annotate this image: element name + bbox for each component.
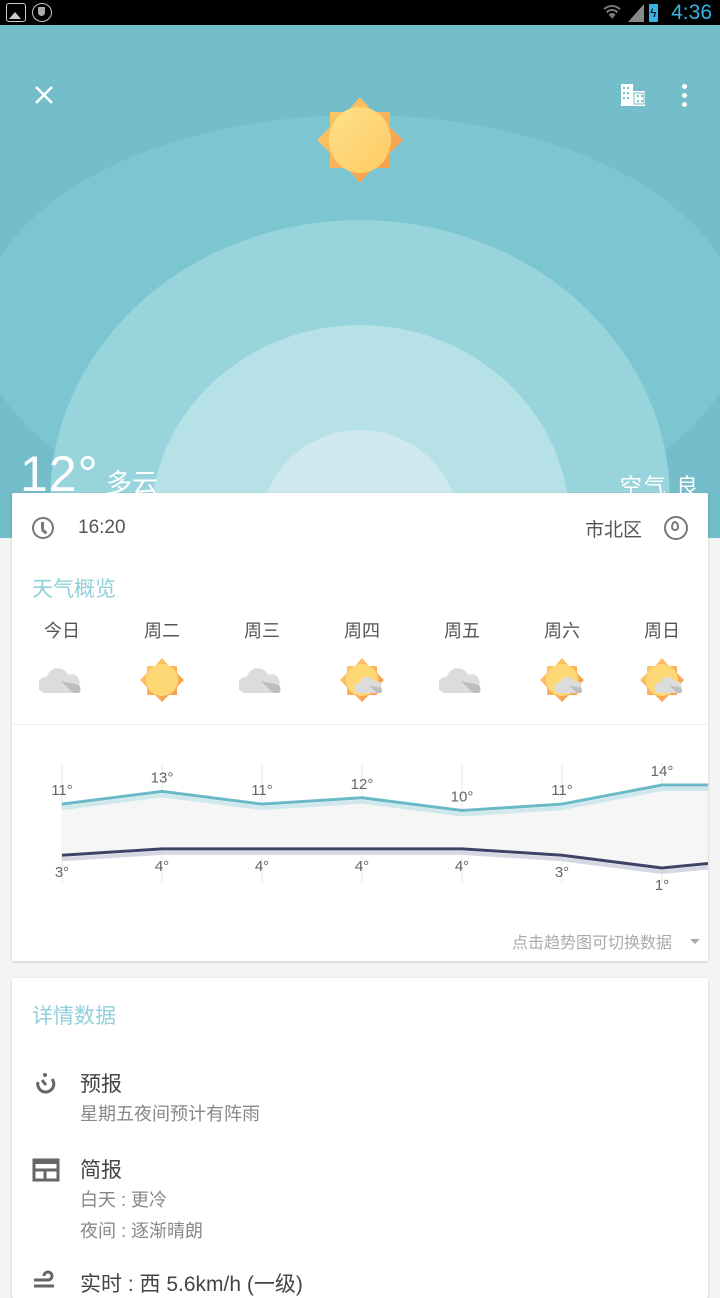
high-temp-label: 12° [351,776,374,793]
daily-forecast-row: 今日 周二 周三 周四 周五 周六 周日 [12,617,712,703]
signal-icon [628,3,645,22]
chart-hint[interactable]: 点击趋势图可切换数据 [512,929,672,953]
low-temp-label: 1° [655,877,669,894]
high-temp-label: 13° [151,769,174,786]
partly-cloudy-icon [640,658,684,702]
city-button[interactable] [613,75,653,115]
calendar-brief-icon [32,1158,60,1182]
day-label: 周四 [344,621,380,641]
close-icon [35,86,53,104]
day-label: 周三 [244,621,280,641]
clock-icon [32,517,54,539]
more-options-button[interactable] [664,75,704,115]
day-label: 今日 [44,621,80,641]
wind-icon [34,1270,54,1288]
day-forecast[interactable]: 周三 [212,617,312,703]
shield-icon [32,3,52,22]
high-temp-label: 14° [651,763,674,780]
low-temp-label: 4° [455,858,469,875]
timer-icon [36,1073,56,1094]
divider [12,724,708,725]
city-building-icon [621,84,645,106]
day-label: 周五 [444,621,480,641]
status-clock: 4:36 [671,0,712,24]
weather-hero: 12° 多云 空气 良 [0,25,720,538]
overview-title: 天气概览 [32,578,116,601]
detail-title: 简报 [80,1159,122,1182]
location-name[interactable]: 市北区 [585,515,642,542]
day-label: 周日 [644,621,680,641]
detail-line: 夜间 : 逐渐晴朗 [80,1221,204,1241]
cloudy-icon [239,668,281,693]
low-temp-label: 3° [555,864,569,881]
low-temp-label: 3° [55,864,69,881]
high-temp-label: 11° [251,782,273,799]
more-vert-icon [681,83,687,107]
day-forecast[interactable]: 周日 [612,617,712,703]
detail-line: 白天 : 更冷 [80,1190,168,1210]
partly-cloudy-icon [540,658,584,702]
high-temp-label: 10° [451,789,474,806]
wifi-icon [601,5,623,21]
details-title: 详情数据 [32,1005,116,1028]
detail-title: 实时 : 西 5.6km/h (一级) [80,1273,303,1296]
low-temp-label: 4° [155,858,169,875]
dropdown-arrow-icon[interactable] [690,939,700,944]
image-icon [6,3,26,22]
update-time: 16:20 [78,517,126,538]
high-temp-label: 11° [551,782,573,799]
cloudy-icon [39,668,81,693]
low-temp-label: 4° [355,858,369,875]
detail-line: 星期五夜间预计有阵雨 [80,1104,260,1124]
day-label: 周六 [544,621,580,641]
sunny-icon [140,658,184,702]
close-button[interactable] [24,75,64,115]
day-forecast[interactable]: 周四 [312,617,412,703]
location-pin-icon[interactable] [664,516,688,540]
day-forecast[interactable]: 周五 [412,617,512,703]
temperature-trend-chart[interactable]: 11° 3° 13° 4° 11° 4° 12° 4° 10° 4° 11° 3° 14° 1° [12,733,708,913]
detail-title: 预报 [80,1073,122,1096]
partly-cloudy-icon [340,658,384,702]
day-forecast[interactable]: 周二 [112,617,212,703]
sunny-icon [317,97,403,183]
status-bar: 4:36 [0,0,720,25]
day-forecast[interactable]: 今日 [12,617,112,703]
time-location-row: 16:20 市北区 [32,511,688,545]
overview-card: 16:20 市北区 天气概览 今日 周二 周三 周四 周五 周六 周日 11° 3° 13° 4°… [12,493,708,961]
battery-charging-icon [649,3,659,22]
low-temp-label: 4° [255,858,269,875]
cloudy-icon [439,668,481,693]
day-forecast[interactable]: 周六 [512,617,612,703]
high-temp-label: 11° [51,782,73,799]
day-label: 周二 [144,621,180,641]
details-card: 详情数据 预报 星期五夜间预计有阵雨 简报 白天 : 更冷 夜间 : 逐渐晴朗 … [12,978,708,1298]
